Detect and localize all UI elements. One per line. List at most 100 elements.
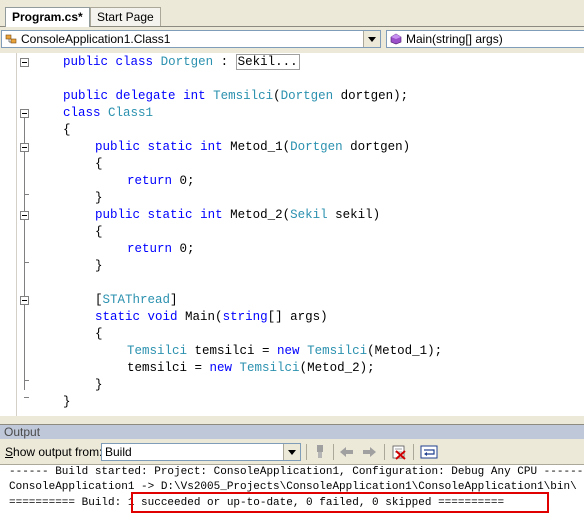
code-token: (Metod_1);: [367, 344, 443, 358]
code-line: public delegate int Temsilci(Dortgen dor…: [63, 88, 408, 105]
keyword: public: [63, 89, 109, 103]
code-line: temsilci = new Temsilci(Metod_2);: [127, 360, 375, 377]
editor-splitter[interactable]: [0, 416, 584, 424]
show-output-from-label: Show output from:: [5, 445, 102, 459]
word-wrap-icon[interactable]: [420, 444, 438, 460]
class-icon: [5, 34, 17, 44]
collapse-toggle-icon[interactable]: [20, 211, 29, 220]
type-name: Temsilci: [239, 361, 300, 375]
collapse-toggle-icon[interactable]: [20, 109, 29, 118]
keyword: static: [95, 310, 141, 324]
keyword: public: [63, 55, 109, 69]
code-line: return 0;: [127, 241, 195, 258]
output-source-value: Build: [105, 445, 132, 459]
outlining-margin: [16, 53, 32, 416]
output-line: ------ Build started: Project: ConsoleAp…: [9, 466, 584, 478]
outline-guide: [24, 152, 25, 194]
attribute-name: STAThread: [102, 293, 171, 307]
keyword: int: [183, 89, 206, 103]
code-token: (: [273, 89, 281, 103]
code-line: return 0;: [127, 173, 195, 190]
type-name: Temsilci: [307, 344, 368, 358]
keyword: delegate: [115, 89, 176, 103]
tab-program-cs[interactable]: Program.cs*: [5, 7, 90, 27]
prev-message-icon[interactable]: [338, 444, 356, 460]
toolbar-separator: [333, 444, 334, 460]
code-line: }: [95, 259, 103, 273]
code-line: }: [63, 395, 71, 409]
code-line: public static int Metod_2(Sekil sekil): [95, 207, 380, 224]
code-token: [: [95, 293, 103, 307]
type-dropdown[interactable]: ConsoleApplication1.Class1: [1, 30, 381, 48]
outline-tick: [24, 397, 29, 398]
outline-tick: [24, 194, 29, 195]
collapsed-region[interactable]: Sekil...: [235, 54, 300, 70]
type-dropdown-arrow-icon[interactable]: [363, 31, 380, 47]
code-line: {: [95, 157, 103, 171]
member-dropdown[interactable]: Main(string[] args): [386, 30, 584, 48]
code-token: 0;: [172, 174, 195, 188]
chevron-down-icon[interactable]: [283, 444, 300, 460]
code-text[interactable]: public class Dortgen : Sekil... public d…: [32, 53, 584, 416]
tab-start-page[interactable]: Start Page: [90, 7, 161, 26]
code-token: Metod_1(: [222, 140, 291, 154]
collapse-toggle-icon[interactable]: [20, 143, 29, 152]
keyword: static: [147, 208, 193, 222]
keyword: return: [127, 242, 173, 256]
toolbar-separator: [306, 444, 307, 460]
keyword: static: [147, 140, 193, 154]
keyword: class: [115, 55, 154, 69]
next-message-icon[interactable]: [360, 444, 378, 460]
toolbar-separator: [413, 444, 414, 460]
code-line: [STAThread]: [95, 292, 178, 309]
code-line: {: [95, 327, 103, 341]
type-name: Temsilci: [213, 89, 274, 103]
outline-guide: [24, 220, 25, 262]
keyword: int: [200, 208, 223, 222]
code-line: static void Main(string[] args): [95, 309, 328, 326]
clear-all-icon[interactable]: [390, 444, 408, 460]
keyword: class: [63, 106, 101, 120]
code-line: {: [95, 225, 103, 239]
type-name: Temsilci: [127, 344, 188, 358]
code-line: {: [63, 123, 71, 137]
code-token: sekil): [327, 208, 381, 222]
code-editor[interactable]: public class Dortgen : Sekil... public d…: [0, 53, 584, 416]
code-token: [] args): [267, 310, 328, 324]
type-name: Dortgen: [160, 55, 214, 69]
keyword: public: [95, 208, 141, 222]
keyword: return: [127, 174, 173, 188]
type-dropdown-value: ConsoleApplication1.Class1: [21, 32, 171, 46]
indicator-margin: [0, 53, 17, 416]
output-text-pane[interactable]: ------ Build started: Project: ConsoleAp…: [0, 465, 584, 528]
code-token: ]: [170, 293, 178, 307]
type-name: Dortgen: [290, 140, 343, 154]
keyword: int: [200, 140, 223, 154]
find-message-icon[interactable]: [311, 444, 329, 460]
keyword: new: [209, 361, 233, 375]
code-token: temsilci =: [127, 361, 210, 375]
collapse-toggle-icon[interactable]: [20, 296, 29, 305]
type-name: Class1: [108, 106, 154, 120]
keyword: new: [277, 344, 300, 358]
member-dropdown-value: Main(string[] args): [406, 32, 503, 46]
code-token: :: [213, 55, 236, 69]
code-token: Main(: [177, 310, 223, 324]
output-window-title: Output: [0, 424, 584, 439]
collapse-toggle-icon[interactable]: [20, 58, 29, 67]
code-line: class Class1: [63, 105, 153, 122]
keyword: public: [95, 140, 141, 154]
code-token: temsilci =: [187, 344, 278, 358]
code-token: Metod_2(: [222, 208, 291, 222]
keyword: string: [222, 310, 268, 324]
highlight-box: [131, 492, 549, 513]
type-name: Sekil: [290, 208, 328, 222]
output-source-dropdown[interactable]: Build: [101, 443, 301, 461]
method-icon: [390, 33, 402, 45]
outline-tick: [24, 262, 29, 263]
type-name: Dortgen: [280, 89, 334, 103]
outline-tick: [24, 380, 29, 381]
label-text: how output from:: [13, 445, 103, 459]
keyword: void: [147, 310, 178, 324]
code-line: public static int Metod_1(Dortgen dortge…: [95, 139, 410, 156]
